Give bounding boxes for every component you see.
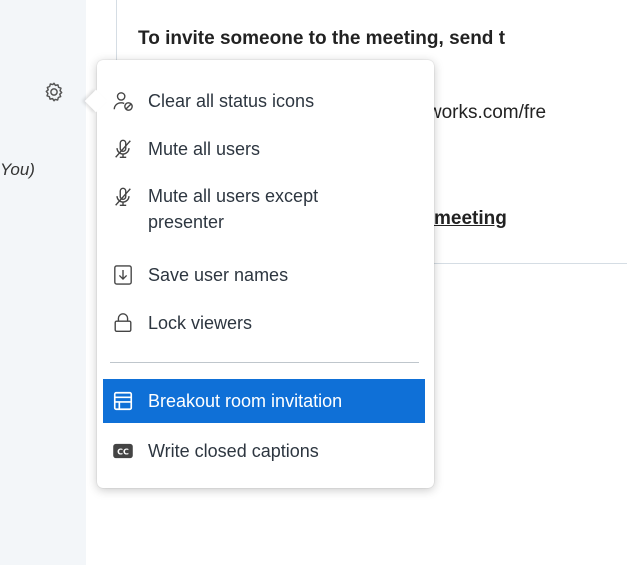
mute-icon xyxy=(112,137,134,161)
menu-item-mute-except-presenter[interactable]: Mute all users except presenter xyxy=(103,175,425,245)
current-user-label: You) xyxy=(0,160,35,179)
menu-item-label: Save user names xyxy=(148,265,289,285)
menu-item-label: Mute all users except presenter xyxy=(148,186,319,232)
menu-item-label: Write closed captions xyxy=(148,441,319,461)
welcome-invite-text: To invite someone to the meeting, send t xyxy=(138,28,506,49)
user-list-panel: You) xyxy=(0,0,86,565)
menu-item-label: Breakout room invitation xyxy=(148,391,343,411)
menu-item-lock-viewers[interactable]: Lock viewers xyxy=(103,301,425,345)
menu-item-label: Clear all status icons xyxy=(148,91,315,111)
mute-icon xyxy=(112,185,134,209)
lock-icon xyxy=(112,311,134,335)
closed-captions-icon: CC xyxy=(112,439,134,463)
menu-item-clear-status[interactable]: Clear all status icons xyxy=(103,79,425,123)
menu-item-save-user-names[interactable]: Save user names xyxy=(103,253,425,297)
clear-status-icon xyxy=(112,89,134,113)
menu-divider xyxy=(110,362,419,363)
gear-icon[interactable] xyxy=(43,81,65,103)
menu-item-mute-all[interactable]: Mute all users xyxy=(103,127,425,171)
svg-text:CC: CC xyxy=(117,448,129,457)
meeting-link[interactable]: meeting xyxy=(434,208,507,230)
menu-item-label: Mute all users xyxy=(148,139,261,159)
save-icon xyxy=(112,263,134,287)
menu-item-write-closed-captions[interactable]: CC Write closed captions xyxy=(103,429,425,473)
menu-item-label: Lock viewers xyxy=(148,313,253,333)
menu-item-breakout-room-invitation[interactable]: Breakout room invitation xyxy=(103,379,425,423)
user-options-menu: Clear all status icons Mute all users Mu… xyxy=(84,60,434,488)
breakout-room-icon xyxy=(112,389,134,413)
